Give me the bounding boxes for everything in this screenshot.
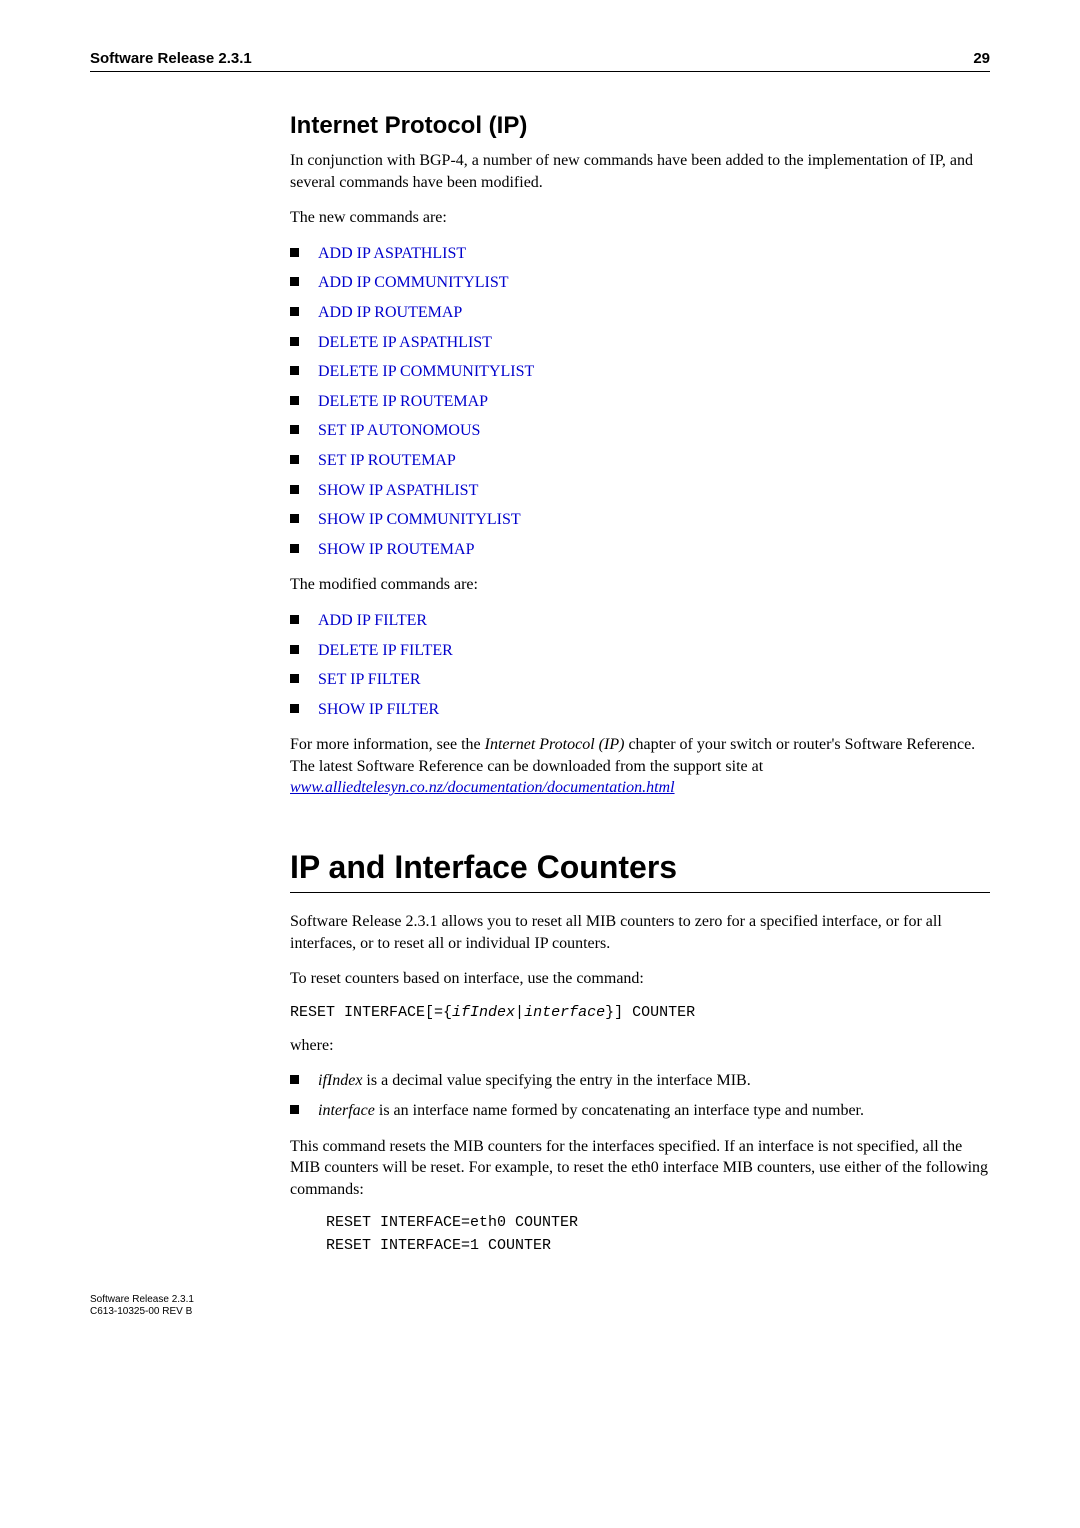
content-area: Internet Protocol (IP) In conjunction wi… xyxy=(290,112,990,1254)
command-link[interactable]: DELETE IP ROUTEMAP xyxy=(318,393,488,410)
page-header: Software Release 2.3.1 29 xyxy=(90,50,990,72)
list-item: ADD IP ROUTEMAP xyxy=(290,302,990,324)
list-item: DELETE IP ASPATHLIST xyxy=(290,332,990,354)
command-link[interactable]: SHOW IP ASPATHLIST xyxy=(318,482,478,499)
new-commands-list: ADD IP ASPATHLIST ADD IP COMMUNITYLIST A… xyxy=(290,243,990,561)
counters-instruction: To reset counters based on interface, us… xyxy=(290,968,990,990)
page: Software Release 2.3.1 29 Internet Proto… xyxy=(0,0,1080,1368)
param-name: ifIndex xyxy=(318,1072,362,1089)
list-item: SHOW IP FILTER xyxy=(290,699,990,721)
section-heading-counters: IP and Interface Counters xyxy=(290,849,990,886)
code-param: interface xyxy=(524,1004,605,1021)
command-link[interactable]: DELETE IP COMMUNITYLIST xyxy=(318,363,534,380)
where-label: where: xyxy=(290,1035,990,1057)
command-link[interactable]: SET IP ROUTEMAP xyxy=(318,452,456,469)
command-link[interactable]: ADD IP ROUTEMAP xyxy=(318,304,462,321)
more-info-paragraph: For more information, see the Internet P… xyxy=(290,734,990,799)
new-commands-label: The new commands are: xyxy=(290,207,990,229)
list-item: DELETE IP FILTER xyxy=(290,640,990,662)
param-desc: is an interface name formed by concatena… xyxy=(375,1102,864,1119)
command-link[interactable]: SET IP AUTONOMOUS xyxy=(318,422,480,439)
code-example: RESET INTERFACE=eth0 COUNTER xyxy=(326,1214,990,1231)
command-link[interactable]: ADD IP COMMUNITYLIST xyxy=(318,274,509,291)
list-item: ADD IP COMMUNITYLIST xyxy=(290,272,990,294)
footer-rev: C613-10325-00 REV B xyxy=(90,1306,990,1318)
section-rule xyxy=(290,892,990,893)
list-item: ADD IP FILTER xyxy=(290,610,990,632)
list-item: SET IP FILTER xyxy=(290,669,990,691)
list-item: SHOW IP ASPATHLIST xyxy=(290,480,990,502)
list-item: SET IP ROUTEMAP xyxy=(290,450,990,472)
outro-text: For more information, see the xyxy=(290,736,485,753)
list-item: DELETE IP ROUTEMAP xyxy=(290,391,990,413)
list-item: SHOW IP ROUTEMAP xyxy=(290,539,990,561)
counters-intro: Software Release 2.3.1 allows you to res… xyxy=(290,911,990,954)
param-desc: is a decimal value specifying the entry … xyxy=(362,1072,750,1089)
command-link[interactable]: SET IP FILTER xyxy=(318,671,421,688)
code-param: ifIndex xyxy=(452,1004,515,1021)
code-example: RESET INTERFACE=1 COUNTER xyxy=(326,1237,990,1254)
list-item: SET IP AUTONOMOUS xyxy=(290,420,990,442)
command-link[interactable]: SHOW IP ROUTEMAP xyxy=(318,541,474,558)
code-text: RESET INTERFACE[={ xyxy=(290,1004,452,1021)
section-heading-ip: Internet Protocol (IP) xyxy=(290,112,990,140)
documentation-link[interactable]: www.alliedtelesyn.co.nz/documentation/do… xyxy=(290,779,675,796)
modified-commands-list: ADD IP FILTER DELETE IP FILTER SET IP FI… xyxy=(290,610,990,720)
page-footer: Software Release 2.3.1 C613-10325-00 REV… xyxy=(90,1294,990,1318)
command-link[interactable]: SHOW IP FILTER xyxy=(318,701,439,718)
modified-commands-label: The modified commands are: xyxy=(290,574,990,596)
command-link[interactable]: DELETE IP ASPATHLIST xyxy=(318,334,492,351)
footer-release: Software Release 2.3.1 xyxy=(90,1294,990,1306)
header-left: Software Release 2.3.1 xyxy=(90,50,252,67)
code-text: }] COUNTER xyxy=(605,1004,695,1021)
header-page-number: 29 xyxy=(973,50,990,67)
intro-paragraph: In conjunction with BGP-4, a number of n… xyxy=(290,150,990,193)
param-name: interface xyxy=(318,1102,375,1119)
counters-explanation: This command resets the MIB counters for… xyxy=(290,1136,990,1201)
outro-emphasis: Internet Protocol (IP) xyxy=(485,736,625,753)
param-list: ifIndex is a decimal value specifying th… xyxy=(290,1070,990,1121)
command-link[interactable]: ADD IP ASPATHLIST xyxy=(318,245,466,262)
list-item: ADD IP ASPATHLIST xyxy=(290,243,990,265)
list-item: interface is an interface name formed by… xyxy=(290,1100,990,1122)
code-text: | xyxy=(515,1004,524,1021)
command-link[interactable]: SHOW IP COMMUNITYLIST xyxy=(318,511,521,528)
list-item: DELETE IP COMMUNITYLIST xyxy=(290,361,990,383)
code-block: RESET INTERFACE[={ifIndex|interface}] CO… xyxy=(290,1004,990,1021)
command-link[interactable]: ADD IP FILTER xyxy=(318,612,427,629)
command-link[interactable]: DELETE IP FILTER xyxy=(318,642,453,659)
list-item: ifIndex is a decimal value specifying th… xyxy=(290,1070,990,1092)
list-item: SHOW IP COMMUNITYLIST xyxy=(290,509,990,531)
